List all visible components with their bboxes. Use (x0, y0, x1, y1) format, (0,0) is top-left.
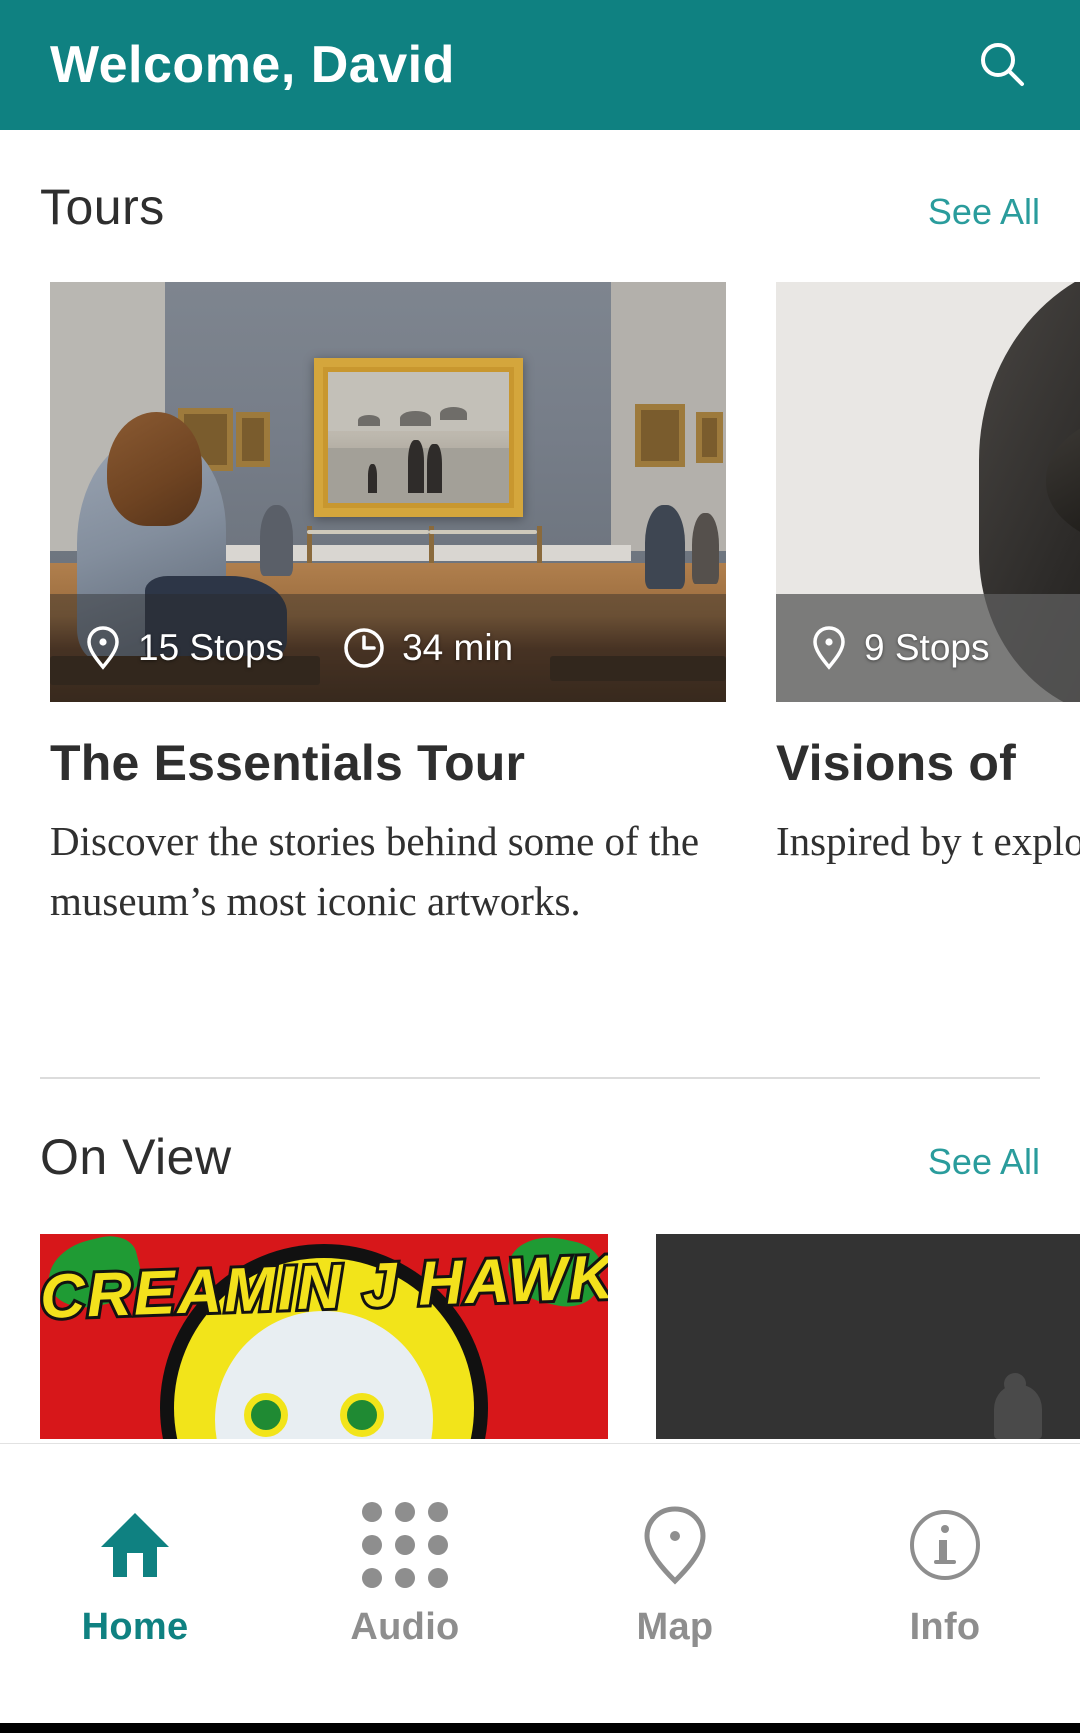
tour-thumbnail[interactable]: 15 Stops 34 min (50, 282, 726, 702)
grid-dot (395, 1568, 415, 1588)
page-title: Welcome, David (50, 36, 455, 94)
map-pin-icon (641, 1502, 709, 1588)
search-icon (981, 43, 1024, 86)
tab-audio-label: Audio (350, 1606, 460, 1648)
tab-home-label: Home (81, 1606, 189, 1648)
home-indicator-bar (0, 1723, 1080, 1733)
tour-stops: 9 Stops (810, 625, 989, 671)
map-pin-icon (813, 626, 845, 670)
barrier-rope (306, 530, 429, 534)
grid-dot (395, 1502, 415, 1522)
info-circle-icon (906, 1502, 984, 1588)
bottom-tab-bar: Home Audio Map Info (0, 1443, 1080, 1733)
grid-dot (428, 1568, 448, 1588)
painting-umbrella (400, 411, 432, 426)
on-view-carousel[interactable]: CREAMIN J HAWKIN (0, 1234, 1080, 1439)
barrier-rope (428, 530, 537, 534)
tour-duration-label: 34 min (402, 627, 514, 668)
grid-dot (428, 1535, 448, 1555)
tours-see-all-link[interactable]: See All (928, 191, 1040, 233)
grid-dot (362, 1568, 382, 1588)
poster-eye (244, 1393, 288, 1437)
grid-dots-icon (362, 1502, 448, 1588)
painting-canvas (327, 371, 510, 504)
painting-figure (427, 443, 442, 493)
grid-dot (362, 1535, 382, 1555)
tour-title[interactable]: Visions of (776, 734, 1080, 792)
tour-stops-label: 9 Stops (864, 627, 990, 668)
tab-audio[interactable]: Audio (270, 1444, 540, 1733)
section-divider (40, 1077, 1040, 1079)
grid-dot (395, 1535, 415, 1555)
tour-card[interactable]: 15 Stops 34 min The Essentials Tour Disc… (50, 282, 726, 932)
artwork-tile[interactable] (656, 1234, 1080, 1439)
on-view-see-all-link[interactable]: See All (928, 1141, 1040, 1183)
tour-meta-overlay: 9 Stops (776, 594, 1080, 702)
tab-map-label: Map (636, 1606, 714, 1648)
tab-info-label: Info (909, 1606, 981, 1648)
tour-thumbnail[interactable]: 9 Stops (776, 282, 1080, 702)
tab-info[interactable]: Info (810, 1444, 1080, 1733)
tours-section-title: Tours (40, 179, 165, 235)
tour-stops-label: 15 Stops (138, 627, 285, 668)
grid-dot (428, 1502, 448, 1522)
tab-map[interactable]: Map (540, 1444, 810, 1733)
tab-home[interactable]: Home (0, 1444, 270, 1733)
painting-figure (407, 440, 424, 493)
tour-duration: 34 min (342, 626, 513, 670)
search-button[interactable] (966, 29, 1038, 101)
clock-icon (344, 628, 384, 668)
painting-umbrella (440, 407, 468, 421)
grid-dot (362, 1502, 382, 1522)
painting-figure (367, 463, 377, 493)
tour-title[interactable]: The Essentials Tour (50, 734, 726, 792)
tour-description: Inspired by t explore Ame America ther (776, 818, 1080, 864)
tour-card[interactable]: 9 Stops Visions of Inspired by t explore… (776, 282, 1080, 872)
poster-eye (340, 1393, 384, 1437)
tour-meta-overlay: 15 Stops 34 min (50, 594, 726, 702)
painting-umbrella (358, 415, 381, 426)
app-header: Welcome, David (0, 0, 1080, 130)
map-pin-icon (87, 626, 119, 670)
artwork-figure-head (1004, 1373, 1026, 1395)
tours-carousel[interactable]: 15 Stops 34 min The Essentials Tour Disc… (0, 282, 1080, 982)
gallery-visitor (692, 513, 720, 585)
gallery-visitor (259, 504, 294, 576)
tour-description: Discover the stories behind some of the … (50, 818, 700, 924)
tours-section-header: Tours See All (0, 178, 1080, 236)
featured-painting-frame (313, 357, 524, 518)
side-painting (235, 412, 270, 467)
stanchion (536, 525, 542, 564)
on-view-section-header: On View See All (0, 1128, 1080, 1186)
side-painting (634, 403, 686, 467)
foreground-visitor-hair (107, 412, 203, 526)
artwork-tile[interactable]: CREAMIN J HAWKIN (40, 1234, 608, 1439)
on-view-section-title: On View (40, 1129, 232, 1185)
gallery-visitor (644, 504, 686, 589)
tour-stops: 15 Stops (84, 625, 284, 671)
home-icon (95, 1502, 175, 1588)
side-painting (695, 412, 723, 463)
